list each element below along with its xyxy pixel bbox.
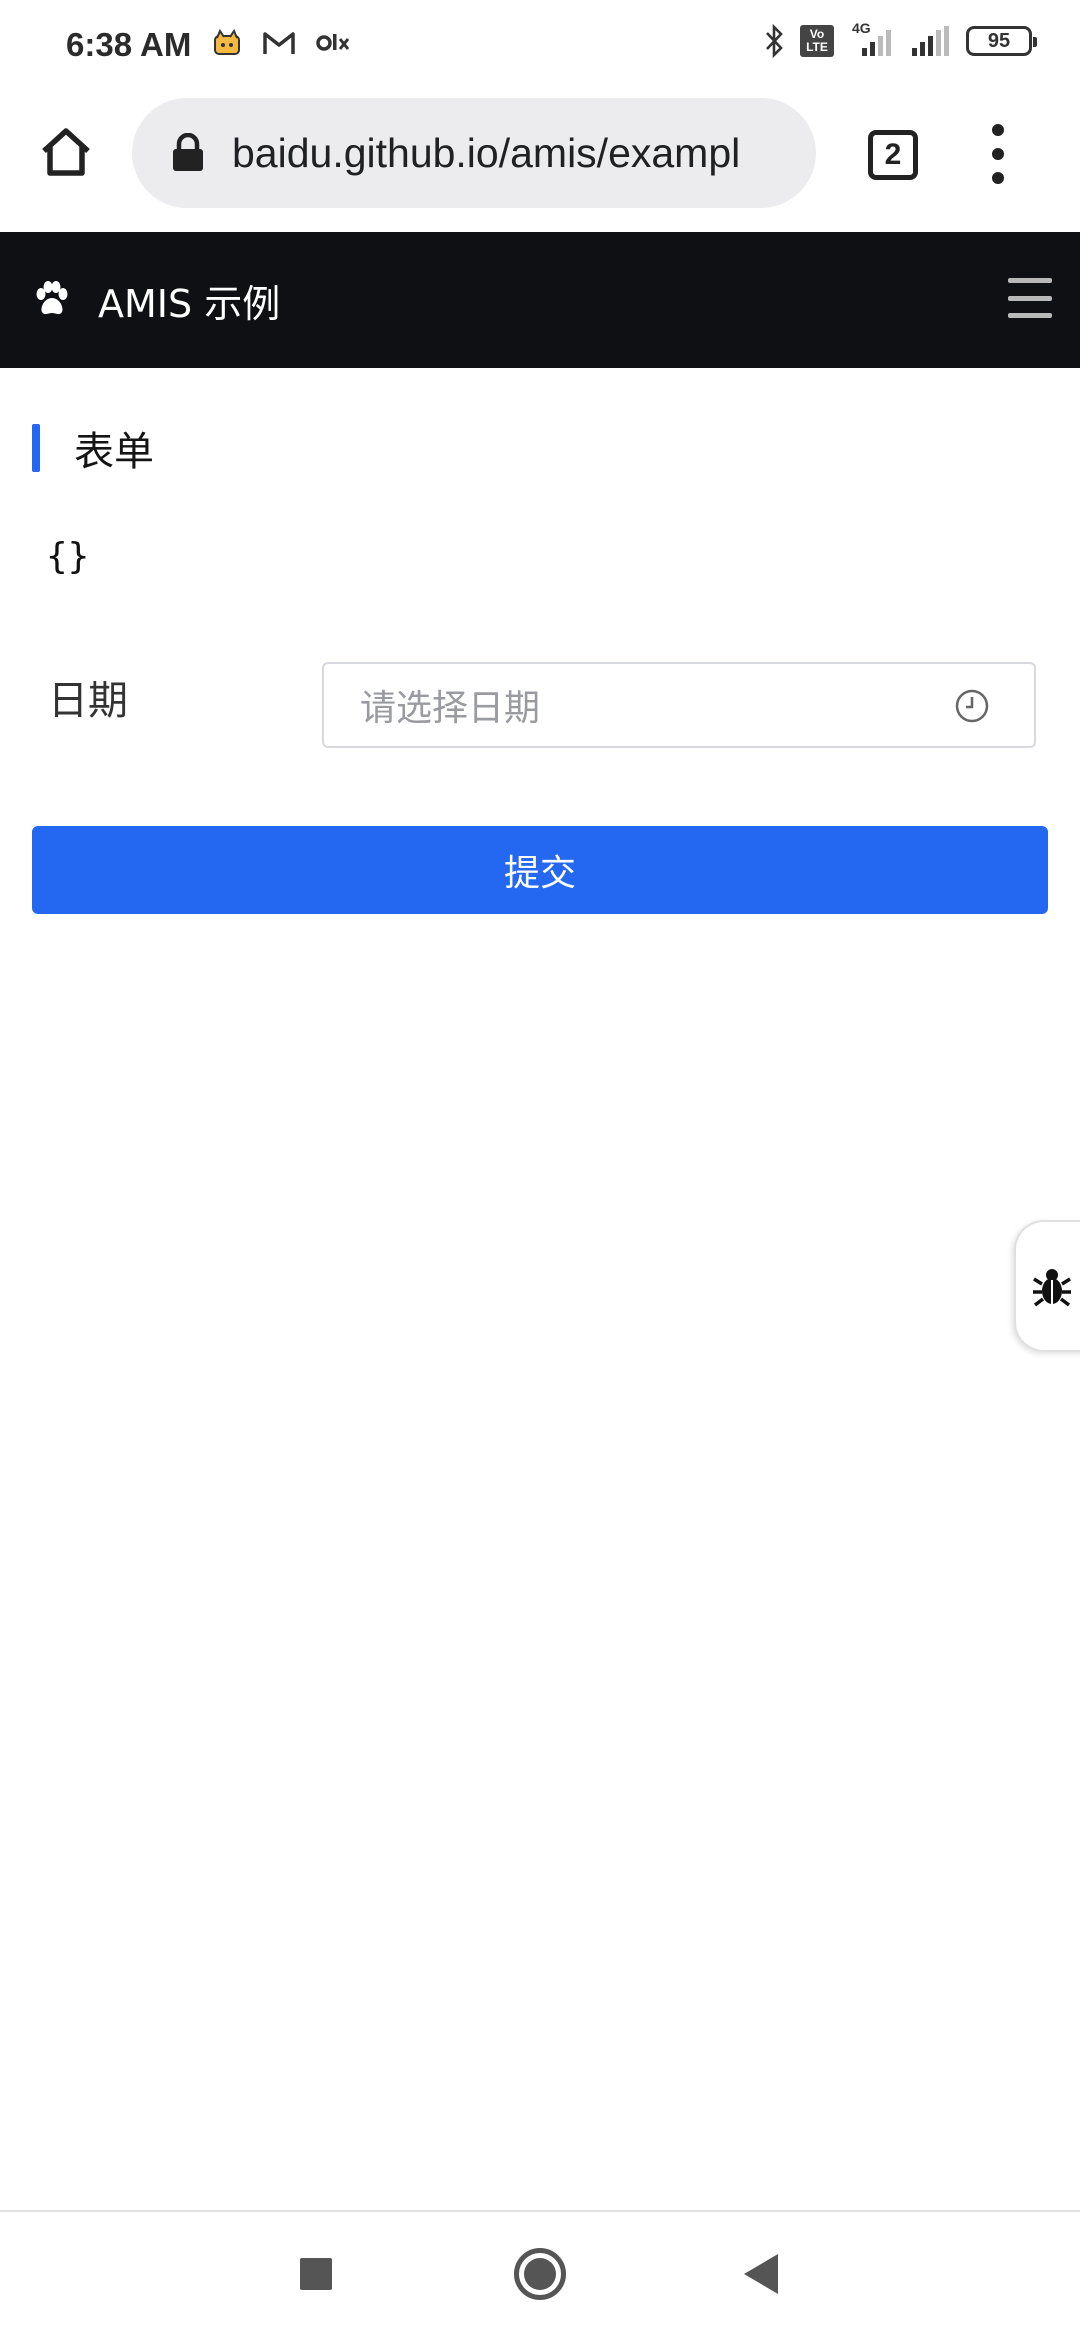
cat-app-icon <box>214 28 240 55</box>
browser-menu-button[interactable] <box>986 124 1010 184</box>
debug-panel-toggle[interactable] <box>1014 1220 1080 1352</box>
lock-icon <box>173 133 203 171</box>
submit-button[interactable]: 提交 <box>32 826 1048 914</box>
battery-icon: 95 <box>966 26 1037 56</box>
tabs-button[interactable]: 2 <box>868 130 918 180</box>
url-text: baidu.github.io/amis/exampl <box>232 129 741 176</box>
browser-toolbar: baidu.github.io/amis/exampl 2 <box>0 92 1080 232</box>
hamburger-line <box>1008 278 1052 283</box>
hamburger-line <box>1008 295 1052 301</box>
signal-icon-2 <box>912 26 949 56</box>
bug-icon <box>1033 1269 1071 1307</box>
date-label: 日期 <box>48 678 128 724</box>
page-title: 表单 <box>74 429 154 475</box>
olx-icon <box>316 34 350 51</box>
status-bar: 6:38 AM Vo LTE 4G 95 <box>0 0 1080 92</box>
home-icon <box>42 128 90 176</box>
browser-home-button[interactable] <box>36 122 96 182</box>
signal-icon-1: 4G <box>848 20 894 58</box>
app-header: AMIS 示例 <box>0 232 1080 368</box>
address-bar[interactable]: baidu.github.io/amis/exampl <box>132 98 816 208</box>
date-picker-input[interactable]: 请选择日期 <box>322 662 1036 748</box>
home-button[interactable] <box>514 2248 566 2300</box>
menu-dot <box>992 148 1004 160</box>
gmail-icon <box>263 32 295 54</box>
date-placeholder: 请选择日期 <box>360 688 541 729</box>
status-time: 6:38 AM <box>66 26 192 63</box>
notification-icons <box>212 28 350 58</box>
menu-dot <box>992 172 1004 184</box>
menu-dot <box>992 124 1004 136</box>
home-circle-icon <box>524 2258 556 2290</box>
recents-button[interactable] <box>300 2258 332 2290</box>
hamburger-line <box>1008 313 1052 318</box>
system-icons: Vo LTE 4G 95 <box>764 20 1037 58</box>
hamburger-menu-button[interactable] <box>1008 278 1052 318</box>
json-preview: {} <box>46 536 90 577</box>
app-title: AMIS 示例 <box>98 281 281 326</box>
bluetooth-icon <box>766 24 783 58</box>
paw-logo-icon <box>36 281 68 315</box>
back-button[interactable] <box>744 2254 778 2294</box>
title-accent-bar <box>32 424 40 472</box>
volte-badge: Vo LTE <box>800 25 834 57</box>
system-nav-bar <box>0 2212 1080 2340</box>
clock-icon[interactable] <box>954 688 990 724</box>
page-title-block: 表单 <box>32 424 154 475</box>
